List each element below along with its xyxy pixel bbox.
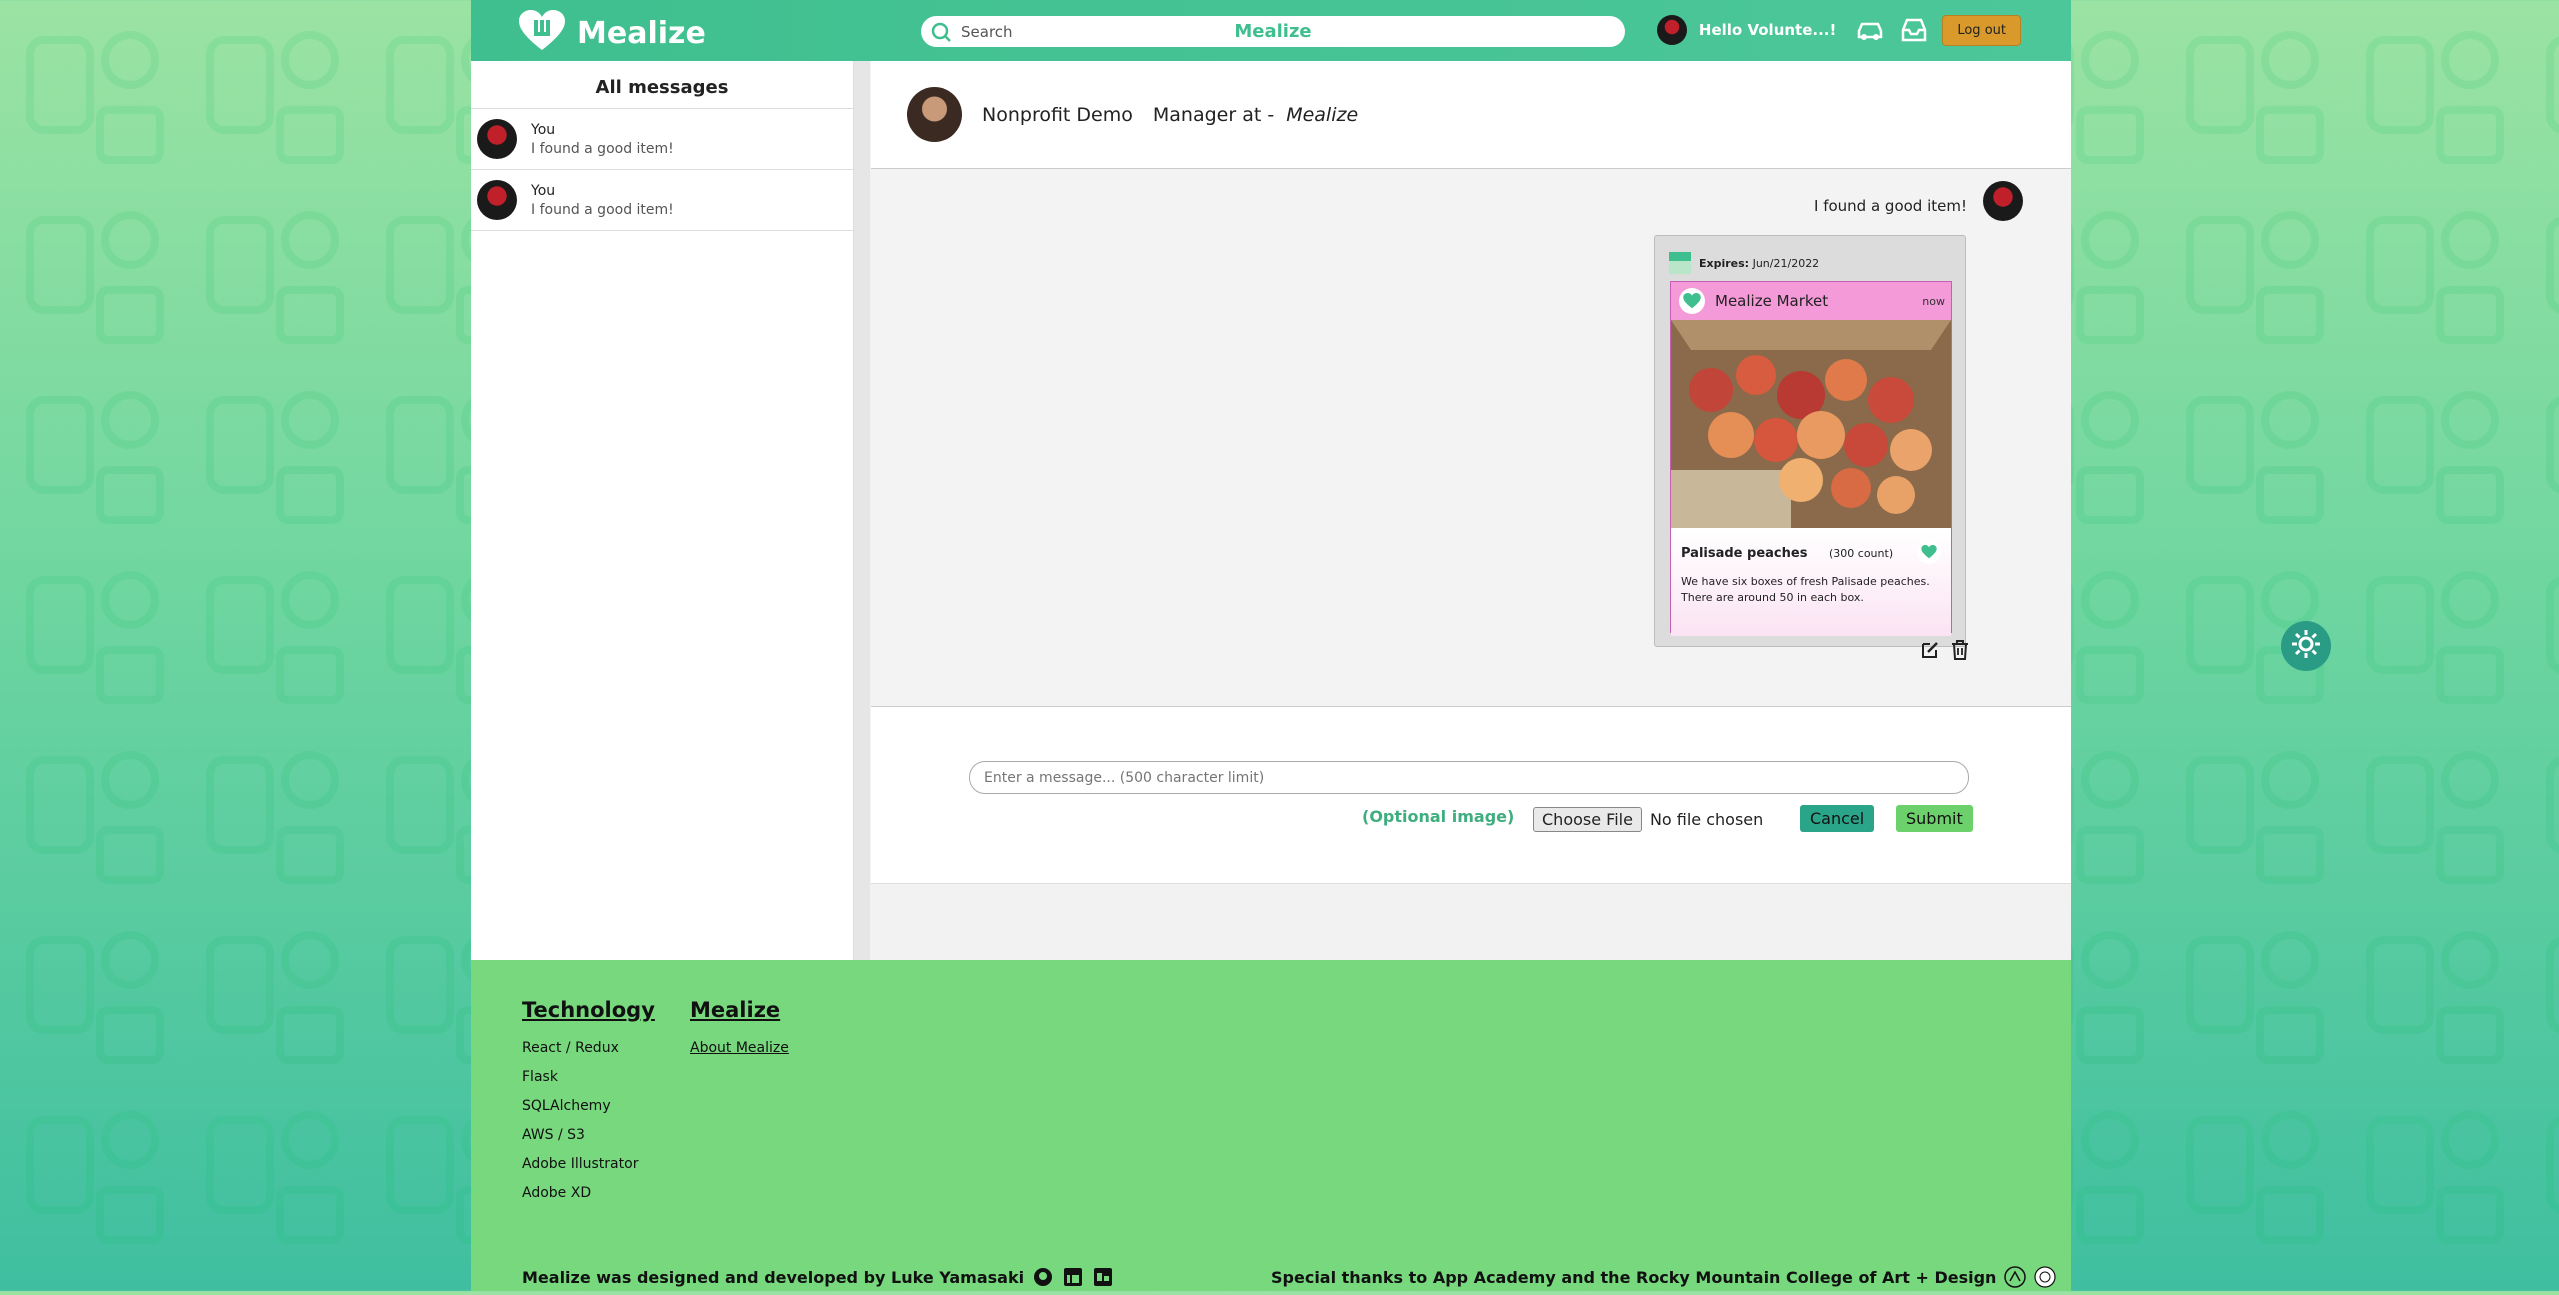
thread-avatar [477, 180, 517, 220]
footer-mealize: Mealize About Mealize [690, 998, 789, 1069]
tech-item: Adobe XD [522, 1185, 592, 1201]
brand-name: Mealize [577, 15, 706, 51]
heart-logo-icon [519, 10, 565, 56]
thread-item[interactable]: You I found a good item! [471, 170, 853, 231]
compose-area: (Optional image) Choose File No file cho… [871, 707, 2071, 884]
flag-icon [1669, 252, 1691, 274]
thread-item[interactable]: You I found a good item! [471, 109, 853, 170]
linkedin-icon[interactable] [1062, 1266, 1084, 1288]
credit-right: Special thanks to App Academy and the Ro… [1271, 1266, 2057, 1288]
manager-org: Mealize [1286, 103, 1359, 126]
tech-item: AWS / S3 [522, 1127, 585, 1143]
home-logo[interactable]: Mealize [519, 10, 706, 56]
submit-button[interactable]: Submit [1896, 805, 1973, 832]
logout-button[interactable]: Log out [1942, 14, 2021, 46]
sidebar-divider [854, 61, 870, 960]
settings-button[interactable] [2281, 621, 2331, 671]
cancel-button[interactable]: Cancel [1800, 805, 1875, 832]
heart-logo-icon [1679, 288, 1705, 314]
gear-icon [2289, 627, 2323, 665]
manager-name: Nonprofit Demo [982, 103, 1133, 126]
credit-left-text: Mealize was designed and developed by Lu… [522, 1267, 1025, 1287]
tech-item: SQLAlchemy [522, 1098, 611, 1114]
inbox-icon[interactable] [1898, 14, 1930, 46]
peaches-image [1671, 320, 1951, 528]
shared-item-card[interactable]: Expires: Jun/21/2022 Mealize Market now [1654, 235, 1966, 647]
post-time: now [1922, 294, 1945, 308]
tech-item: React / Redux [522, 1040, 619, 1056]
thread-avatar [477, 119, 517, 159]
message-text: I found a good item! [1814, 197, 1967, 215]
behance-icon[interactable] [1092, 1266, 1114, 1288]
sidebar-title: All messages [471, 61, 853, 109]
file-picker[interactable]: Choose File No file chosen [1533, 807, 1763, 832]
card-header: Mealize Market now [1671, 282, 1951, 320]
app-academy-icon[interactable] [2004, 1266, 2027, 1288]
item-name: Palisade peaches [1681, 546, 1808, 561]
footer-technology: Technology React / Redux Flask SQLAlchem… [522, 998, 655, 1214]
thread-preview: I found a good item! [531, 140, 674, 157]
message-actions [1919, 639, 1971, 661]
tech-item: Adobe Illustrator [522, 1156, 639, 1172]
manager-role: Manager at - [1152, 103, 1275, 126]
credit-left: Mealize was designed and developed by Lu… [522, 1266, 1114, 1288]
chat-area: I found a good item! Expires: Jun/21/202… [871, 169, 2071, 707]
expires-row: Expires: Jun/21/2022 [1669, 252, 1819, 274]
heart-logo-icon [1917, 540, 1941, 564]
market-name: Mealize Market [1715, 292, 1829, 310]
greeting-text: Hello Volunte...! [1698, 21, 1837, 39]
card-body: Palisade peaches (300 count) We have six… [1671, 532, 1951, 636]
item-description: We have six boxes of fresh Palisade peac… [1681, 575, 1930, 604]
search-brand: Mealize [1234, 21, 1312, 42]
search-input[interactable]: Search [961, 23, 1013, 41]
car-icon[interactable] [1854, 14, 1886, 46]
credit-right-text: Special thanks to App Academy and the Ro… [1271, 1267, 1997, 1287]
search-bar[interactable]: Search Mealize [921, 16, 1625, 47]
app-container: Mealize Search Mealize Hello Volunte...!… [471, 0, 2071, 1291]
item-count: (300 count) [1829, 547, 1894, 560]
message-input[interactable] [969, 761, 1969, 794]
thread-preview: I found a good item! [531, 201, 674, 218]
optional-image-label: (Optional image) [1362, 807, 1515, 826]
tech-item: Flask [522, 1069, 558, 1085]
github-icon[interactable] [1032, 1266, 1054, 1288]
conversation-header: Nonprofit Demo Manager at - Mealize [871, 61, 2071, 169]
footer: Technology React / Redux Flask SQLAlchem… [471, 960, 2071, 1291]
item-card: Mealize Market now Palisade peaches (300… [1670, 281, 1952, 636]
user-avatar[interactable] [1656, 15, 1687, 45]
messages-sidebar: All messages You I found a good item! Yo… [471, 61, 854, 960]
navbar: Mealize Search Mealize Hello Volunte...!… [471, 0, 2071, 61]
message-avatar [1983, 181, 2023, 221]
expires-date: Jun/21/2022 [1752, 256, 1820, 270]
technology-heading: Technology [522, 998, 655, 1022]
trash-icon[interactable] [1949, 639, 1971, 661]
expires-label: Expires: [1699, 256, 1750, 270]
manager-avatar [907, 87, 962, 142]
nav-user-area: Hello Volunte...! Log out [1656, 14, 2021, 46]
mealize-heading: Mealize [690, 998, 781, 1022]
rmcad-icon[interactable] [2034, 1266, 2057, 1288]
thread-name: You [531, 121, 556, 138]
choose-file-button[interactable]: Choose File [1533, 807, 1642, 832]
thread-name: You [531, 182, 556, 199]
about-link[interactable]: About Mealize [690, 1040, 789, 1056]
search-icon [927, 18, 955, 46]
conversation-panel: Nonprofit Demo Manager at - Mealize I fo… [871, 61, 2071, 960]
edit-icon[interactable] [1919, 639, 1941, 661]
no-file-text: No file chosen [1649, 810, 1764, 829]
